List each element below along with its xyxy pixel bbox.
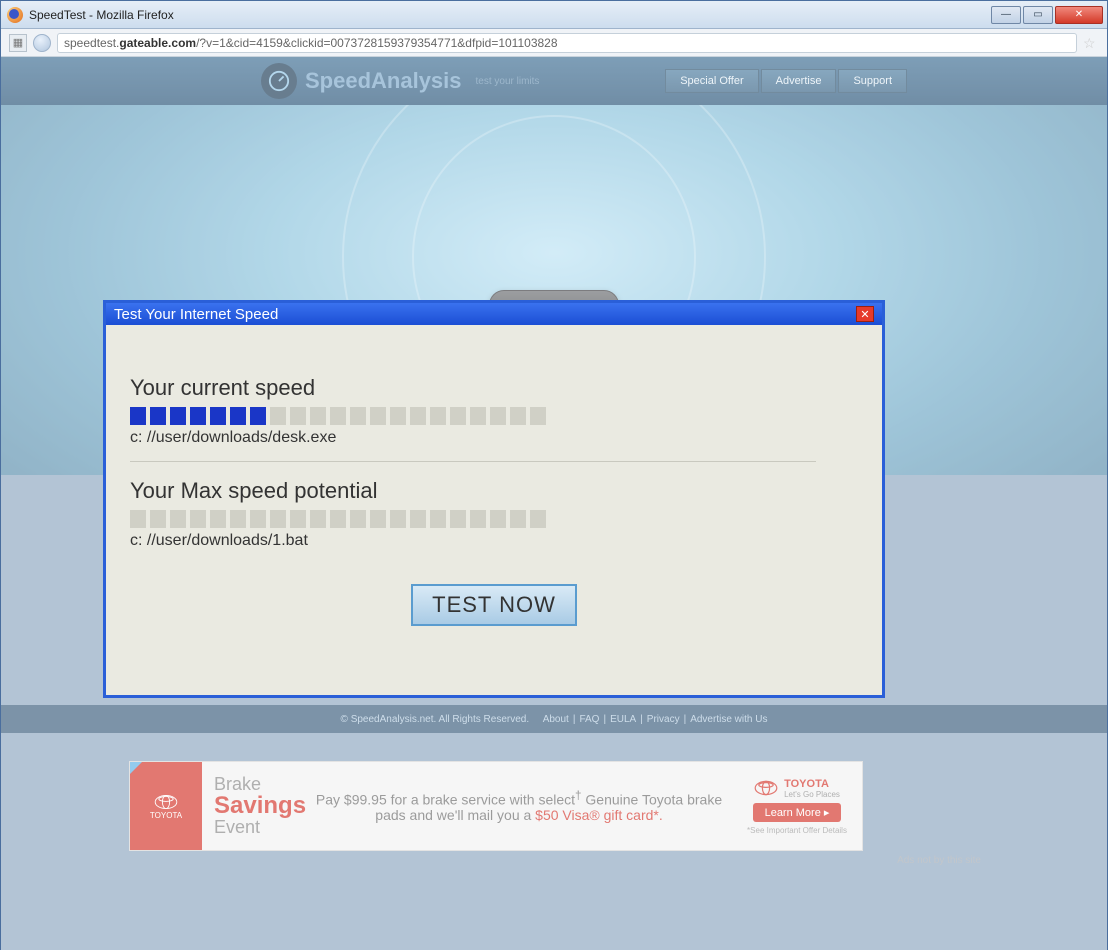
progress-segment bbox=[410, 510, 426, 528]
progress-segment bbox=[470, 407, 486, 425]
progress-segment bbox=[330, 510, 346, 528]
nav-advertise[interactable]: Advertise bbox=[761, 69, 837, 93]
progress-segment bbox=[490, 510, 506, 528]
brand-tagline: test your limits bbox=[476, 76, 540, 87]
current-speed-progress bbox=[130, 407, 858, 425]
ad-right-brand: TOYOTALet's Go Places bbox=[754, 778, 840, 799]
site-header: SpeedAnalysis test your limits Special O… bbox=[1, 57, 1107, 105]
url-domain: gateable.com bbox=[119, 36, 196, 50]
progress-segment bbox=[410, 407, 426, 425]
progress-segment bbox=[290, 510, 306, 528]
progress-segment bbox=[370, 510, 386, 528]
max-speed-path: c: //user/downloads/1.bat bbox=[130, 532, 858, 550]
ad-copy: Pay $99.95 for a brake service with sele… bbox=[306, 789, 732, 824]
progress-segment bbox=[350, 407, 366, 425]
progress-segment bbox=[190, 407, 206, 425]
window-titlebar: SpeedTest - Mozilla Firefox — ▭ ✕ bbox=[1, 1, 1107, 29]
progress-segment bbox=[430, 407, 446, 425]
nav-special-offer[interactable]: Special Offer bbox=[665, 69, 758, 93]
progress-segment bbox=[270, 510, 286, 528]
divider bbox=[130, 461, 816, 462]
max-speed-heading: Your Max speed potential bbox=[130, 478, 858, 504]
adchoices-icon[interactable] bbox=[130, 762, 142, 774]
progress-segment bbox=[210, 407, 226, 425]
current-speed-heading: Your current speed bbox=[130, 375, 858, 401]
progress-segment bbox=[310, 407, 326, 425]
footer-eula[interactable]: EULA bbox=[610, 714, 636, 725]
footer-privacy[interactable]: Privacy bbox=[647, 714, 680, 725]
url-input[interactable]: speedtest.gateable.com/?v=1&cid=4159&cli… bbox=[57, 33, 1077, 53]
nav-support[interactable]: Support bbox=[838, 69, 907, 93]
speedanalysis-logo-icon bbox=[261, 63, 297, 99]
firefox-icon bbox=[7, 7, 23, 23]
page-viewport: SpeedAnalysis test your limits Special O… bbox=[1, 57, 1107, 950]
progress-segment bbox=[330, 407, 346, 425]
browser-window: SpeedTest - Mozilla Firefox — ▭ ✕ ▦ spee… bbox=[0, 0, 1108, 950]
progress-segment bbox=[430, 510, 446, 528]
progress-segment bbox=[530, 407, 546, 425]
progress-segment bbox=[250, 510, 266, 528]
progress-segment bbox=[450, 510, 466, 528]
modal-title-text: Test Your Internet Speed bbox=[114, 306, 278, 323]
footer-about[interactable]: About bbox=[543, 714, 569, 725]
progress-segment bbox=[370, 407, 386, 425]
current-speed-path: c: //user/downloads/desk.exe bbox=[130, 429, 858, 447]
progress-segment bbox=[310, 510, 326, 528]
progress-segment bbox=[250, 407, 266, 425]
footer-faq[interactable]: FAQ bbox=[579, 714, 599, 725]
tab-icon[interactable]: ▦ bbox=[9, 34, 27, 52]
ad-banner[interactable]: TOYOTA Brake Savings Event Pay $99.95 fo… bbox=[129, 761, 863, 851]
footer-copyright: © SpeedAnalysis.net. All Rights Reserved… bbox=[341, 714, 530, 725]
progress-segment bbox=[190, 510, 206, 528]
progress-segment bbox=[170, 510, 186, 528]
progress-segment bbox=[530, 510, 546, 528]
progress-segment bbox=[510, 510, 526, 528]
progress-segment bbox=[230, 510, 246, 528]
progress-segment bbox=[290, 407, 306, 425]
progress-segment bbox=[390, 407, 406, 425]
ads-disclaimer: Ads not by this site bbox=[897, 855, 981, 866]
modal-titlebar: Test Your Internet Speed ✕ bbox=[106, 303, 882, 325]
site-footer: © SpeedAnalysis.net. All Rights Reserved… bbox=[1, 705, 1107, 733]
progress-segment bbox=[230, 407, 246, 425]
ad-fineprint: *See Important Offer Details bbox=[747, 826, 847, 835]
ad-left-brand: TOYOTA bbox=[130, 762, 202, 850]
bookmark-star-icon[interactable]: ☆ bbox=[1083, 35, 1099, 51]
close-window-button[interactable]: ✕ bbox=[1055, 6, 1103, 24]
progress-segment bbox=[510, 407, 526, 425]
progress-segment bbox=[170, 407, 186, 425]
test-now-button[interactable]: TEST NOW bbox=[411, 584, 577, 626]
window-title: SpeedTest - Mozilla Firefox bbox=[29, 8, 991, 22]
progress-segment bbox=[270, 407, 286, 425]
toyota-logo-icon bbox=[154, 793, 178, 811]
site-identity-icon[interactable] bbox=[33, 34, 51, 52]
progress-segment bbox=[150, 510, 166, 528]
progress-segment bbox=[450, 407, 466, 425]
progress-segment bbox=[390, 510, 406, 528]
progress-segment bbox=[490, 407, 506, 425]
progress-segment bbox=[470, 510, 486, 528]
progress-segment bbox=[130, 407, 146, 425]
modal-close-button[interactable]: ✕ bbox=[856, 306, 874, 322]
url-path: /?v=1&cid=4159&clickid=00737281593793547… bbox=[196, 36, 557, 50]
max-speed-progress bbox=[130, 510, 858, 528]
maximize-button[interactable]: ▭ bbox=[1023, 6, 1053, 24]
progress-segment bbox=[210, 510, 226, 528]
minimize-button[interactable]: — bbox=[991, 6, 1021, 24]
address-bar: ▦ speedtest.gateable.com/?v=1&cid=4159&c… bbox=[1, 29, 1107, 57]
progress-segment bbox=[350, 510, 366, 528]
ad-learn-more-button[interactable]: Learn More ▸ bbox=[753, 803, 842, 822]
url-prefix: speedtest. bbox=[64, 36, 119, 50]
brand-name: SpeedAnalysis bbox=[305, 68, 462, 94]
footer-advertise[interactable]: Advertise with Us bbox=[690, 714, 767, 725]
progress-segment bbox=[130, 510, 146, 528]
ad-headline: Brake Savings Event bbox=[214, 774, 306, 838]
speedtest-modal: Test Your Internet Speed ✕ Your current … bbox=[103, 300, 885, 698]
progress-segment bbox=[150, 407, 166, 425]
